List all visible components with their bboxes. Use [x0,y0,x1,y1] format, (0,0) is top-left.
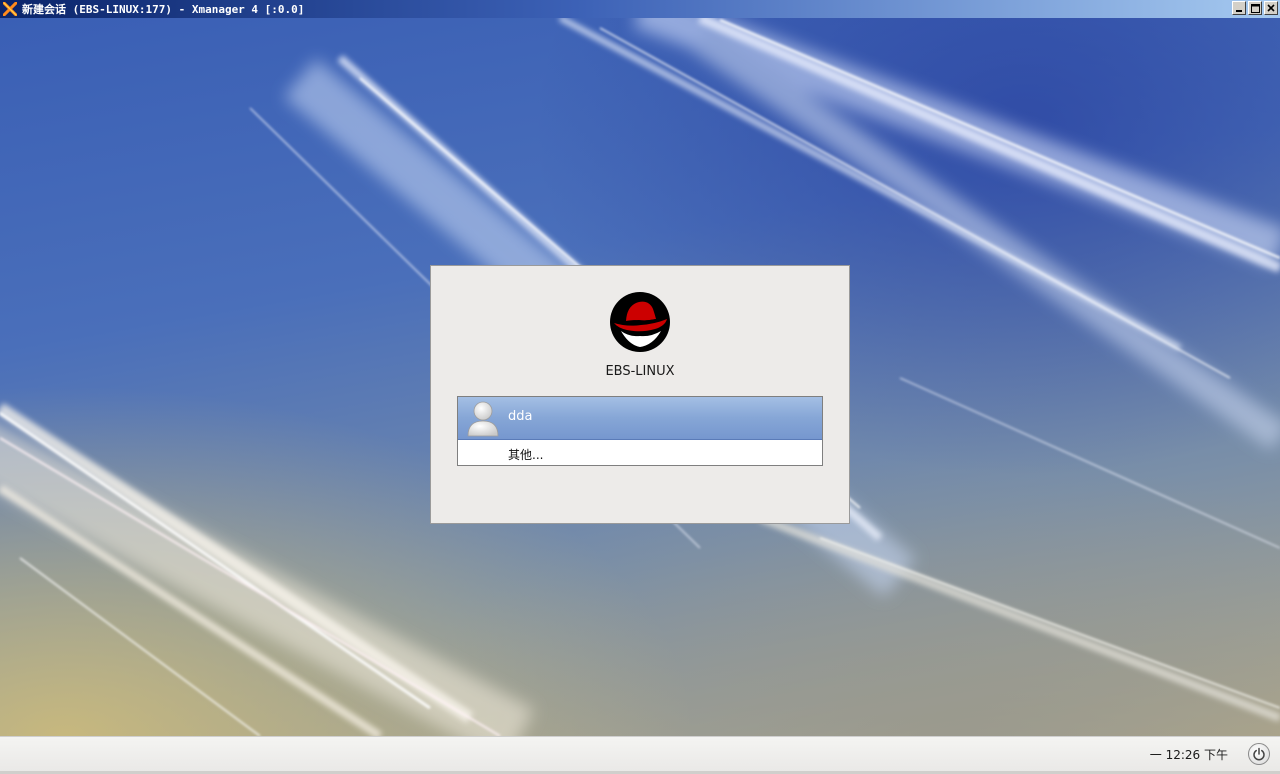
window-controls [1232,1,1278,15]
login-dialog: EBS-LINUX dda 其他... [430,265,850,524]
redhat-shadowman-icon [610,292,670,352]
other-user-label: 其他... [508,448,544,462]
xmanager-window: 新建会话 (EBS-LINUX:177) - Xmanager 4 [:0.0] [0,0,1280,774]
user-avatar-icon [467,401,499,437]
maximize-icon [1250,3,1260,13]
minimize-button[interactable] [1232,1,1246,15]
other-user-item[interactable]: 其他... [458,441,822,466]
user-name: dda [508,409,533,424]
clock-label[interactable]: 一 12:26 下午 [1150,746,1228,763]
hostname-label: EBS-LINUX [605,364,675,379]
user-item-dda[interactable]: dda [458,397,822,440]
maximize-button[interactable] [1248,1,1262,15]
user-list[interactable]: dda 其他... [457,396,823,466]
close-icon [1267,4,1275,12]
xmanager-x-icon [2,1,18,17]
power-icon [1253,747,1265,761]
close-button[interactable] [1264,1,1278,15]
minimize-icon [1236,10,1242,12]
window-titlebar[interactable]: 新建会话 (EBS-LINUX:177) - Xmanager 4 [:0.0] [0,0,1280,18]
power-button[interactable] [1248,743,1270,765]
bottom-panel: 一 12:26 下午 [0,736,1280,774]
window-title: 新建会话 (EBS-LINUX:177) - Xmanager 4 [:0.0] [22,3,305,16]
